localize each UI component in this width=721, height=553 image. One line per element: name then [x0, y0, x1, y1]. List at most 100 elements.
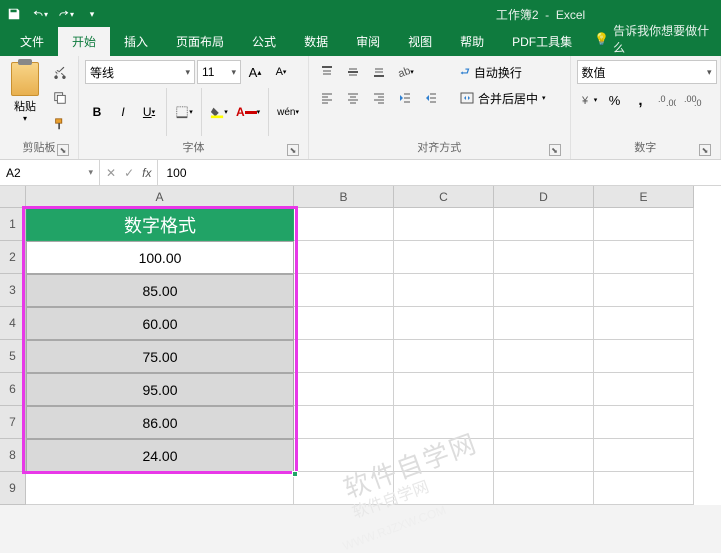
cell[interactable] [294, 373, 394, 406]
row-header[interactable]: 2 [0, 241, 26, 274]
cell-A6[interactable]: 95.00 [26, 373, 294, 406]
cell[interactable] [594, 274, 694, 307]
cell[interactable] [394, 406, 494, 439]
cell[interactable] [594, 307, 694, 340]
cell[interactable] [594, 208, 694, 241]
phonetic-button[interactable]: wén▾ [274, 100, 302, 124]
number-format-combo[interactable]: 数值▾ [577, 60, 717, 84]
cell[interactable] [494, 406, 594, 439]
align-bottom-button[interactable] [367, 60, 391, 84]
cell[interactable] [294, 406, 394, 439]
cell[interactable] [294, 307, 394, 340]
row-header[interactable]: 8 [0, 439, 26, 472]
decrease-decimal-button[interactable]: .00.0 [681, 88, 705, 112]
cell[interactable] [394, 373, 494, 406]
tell-me[interactable]: 💡 告诉我你想要做什么 [594, 22, 721, 56]
cell[interactable] [494, 241, 594, 274]
row-header[interactable]: 5 [0, 340, 26, 373]
format-painter-button[interactable] [48, 112, 72, 136]
cell[interactable] [394, 340, 494, 373]
row-header[interactable]: 4 [0, 307, 26, 340]
align-middle-button[interactable] [341, 60, 365, 84]
copy-button[interactable] [48, 86, 72, 110]
cell[interactable] [294, 340, 394, 373]
bold-button[interactable]: B [85, 100, 109, 124]
cell-A2[interactable]: 100.00 [26, 241, 294, 274]
increase-indent-button[interactable] [419, 86, 443, 110]
col-header[interactable]: D [494, 186, 594, 208]
cell[interactable] [494, 274, 594, 307]
row-header[interactable]: 6 [0, 373, 26, 406]
tab-data[interactable]: 数据 [290, 27, 342, 56]
cell[interactable] [294, 208, 394, 241]
border-button[interactable]: ▾ [172, 100, 196, 124]
col-header[interactable]: A [26, 186, 294, 208]
font-color-button[interactable]: A▾ [233, 100, 263, 124]
cell[interactable] [394, 274, 494, 307]
cell-A1[interactable]: 数字格式 [26, 208, 294, 241]
select-all-corner[interactable] [0, 186, 26, 208]
cell[interactable] [594, 406, 694, 439]
font-name-combo[interactable]: 等线▾ [85, 60, 195, 84]
tab-file[interactable]: 文件 [6, 27, 58, 56]
tab-formulas[interactable]: 公式 [238, 27, 290, 56]
cell[interactable] [294, 274, 394, 307]
fill-handle[interactable] [292, 471, 298, 477]
cell-A7[interactable]: 86.00 [26, 406, 294, 439]
cell-A3[interactable]: 85.00 [26, 274, 294, 307]
cell[interactable] [594, 340, 694, 373]
cell[interactable] [394, 307, 494, 340]
merge-center-button[interactable]: 合并后居中▾ [457, 86, 567, 110]
cell[interactable] [294, 241, 394, 274]
clipboard-launcher[interactable]: ⬊ [57, 144, 69, 156]
redo-icon[interactable]: ▾ [58, 6, 74, 22]
tab-home[interactable]: 开始 [58, 27, 110, 56]
undo-icon[interactable]: ▾ [32, 6, 48, 22]
row-header[interactable]: 1 [0, 208, 26, 241]
tab-help[interactable]: 帮助 [446, 27, 498, 56]
qat-customize-icon[interactable]: ▾ [84, 6, 100, 22]
tab-pdf[interactable]: PDF工具集 [498, 27, 586, 56]
tab-view[interactable]: 视图 [394, 27, 446, 56]
cell[interactable] [494, 472, 594, 505]
row-header[interactable]: 3 [0, 274, 26, 307]
cut-button[interactable] [48, 60, 72, 84]
cell[interactable] [394, 208, 494, 241]
increase-font-button[interactable]: A▴ [243, 60, 267, 84]
cell[interactable] [594, 373, 694, 406]
decrease-font-button[interactable]: A▾ [269, 60, 293, 84]
row-header[interactable]: 9 [0, 472, 26, 505]
cell[interactable] [394, 439, 494, 472]
align-left-button[interactable] [315, 86, 339, 110]
accounting-format-button[interactable]: ¥▾ [577, 88, 601, 112]
underline-button[interactable]: U ▾ [137, 100, 161, 124]
alignment-launcher[interactable]: ⬊ [549, 144, 561, 156]
cell-A8[interactable]: 24.00 [26, 439, 294, 472]
cell-A5[interactable]: 75.00 [26, 340, 294, 373]
tab-insert[interactable]: 插入 [110, 27, 162, 56]
cell[interactable] [294, 472, 394, 505]
col-header[interactable]: E [594, 186, 694, 208]
paste-button[interactable]: 粘贴 ▾ [6, 60, 44, 137]
worksheet-grid[interactable]: 1 2 3 4 5 6 7 8 9 A B C D E 数字格式 100.00 … [0, 186, 721, 505]
enter-icon[interactable]: ✓ [124, 166, 134, 180]
save-icon[interactable] [6, 6, 22, 22]
font-size-combo[interactable]: 11▾ [197, 60, 241, 84]
increase-decimal-button[interactable]: .0.00 [655, 88, 679, 112]
cell[interactable] [594, 439, 694, 472]
align-right-button[interactable] [367, 86, 391, 110]
formula-input[interactable]: 100 [158, 160, 721, 185]
wrap-text-button[interactable]: ⮐自动换行 [457, 60, 547, 84]
cell[interactable] [394, 472, 494, 505]
comma-button[interactable]: , [629, 88, 653, 112]
row-header[interactable]: 7 [0, 406, 26, 439]
cell-A4[interactable]: 60.00 [26, 307, 294, 340]
name-box[interactable]: A2▾ [0, 160, 100, 185]
cell-A9[interactable] [26, 472, 294, 505]
orientation-button[interactable]: ab▾ [393, 60, 417, 84]
cell[interactable] [494, 340, 594, 373]
col-header[interactable]: B [294, 186, 394, 208]
cancel-icon[interactable]: ✕ [106, 166, 116, 180]
cell[interactable] [394, 241, 494, 274]
align-center-button[interactable] [341, 86, 365, 110]
